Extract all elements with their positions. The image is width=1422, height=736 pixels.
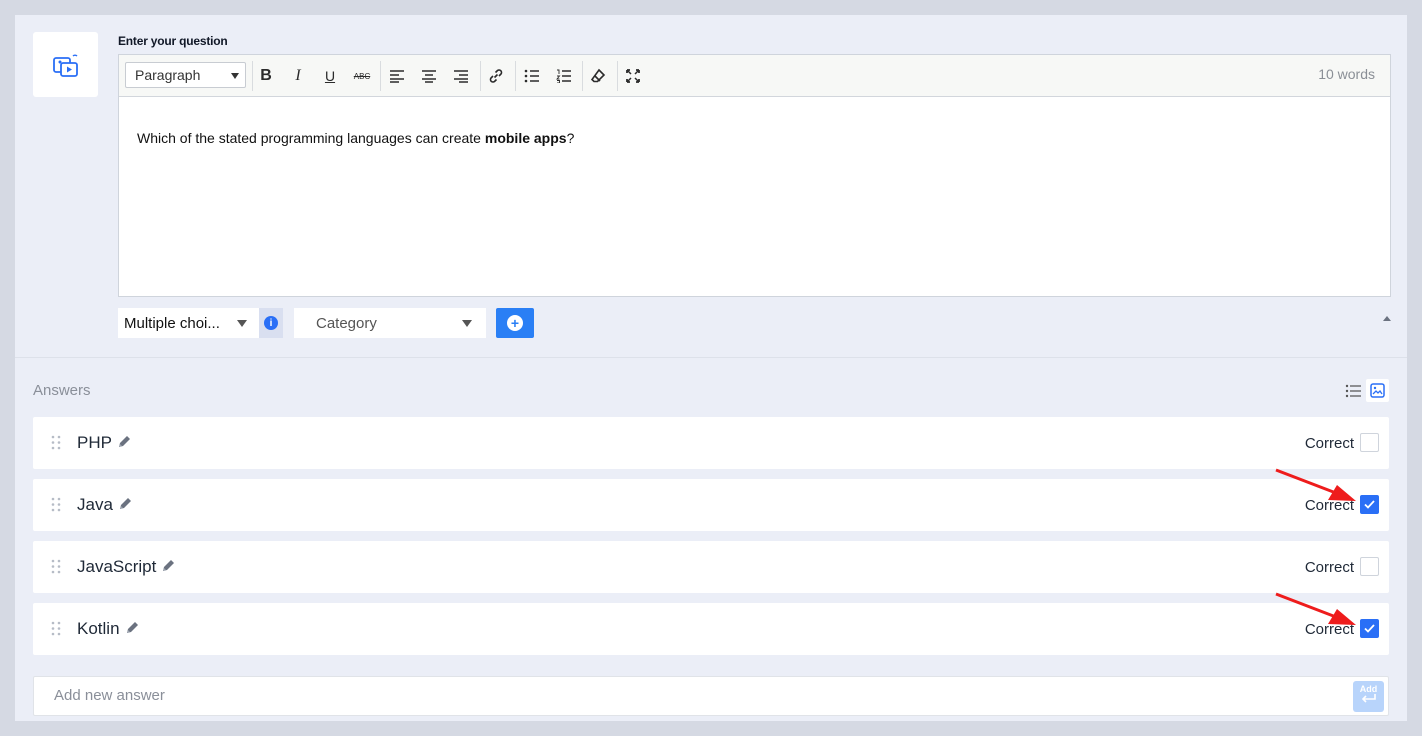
pencil-icon[interactable] [160,558,176,574]
fullscreen-icon [626,69,640,83]
new-answer-row: Add [33,676,1389,716]
info-icon: i [264,316,278,330]
add-answer-label: Add [1359,684,1378,694]
list-view-icon[interactable] [1345,384,1361,398]
eraser-icon [590,68,606,83]
toolbar-divider [515,61,516,91]
align-left-button[interactable] [384,63,410,89]
editor-toolbar: Paragraph B I U ABC 10 words [119,55,1390,97]
answer-text: Kotlin [77,619,120,638]
question-type-value: Multiple choi... [124,315,220,332]
toolbar-divider [617,61,618,91]
image-video-icon [52,53,78,77]
answer-text: PHP [77,433,112,452]
correct-checkbox[interactable] [1360,495,1379,514]
italic-button[interactable]: I [285,63,311,89]
bullet-list-button[interactable] [519,63,545,89]
checkmark-icon [1364,624,1375,633]
pencil-icon[interactable] [124,620,140,636]
answer-item: Java [77,495,133,515]
answers-heading: Answers [33,382,91,399]
chevron-down-icon [231,73,239,79]
question-text: Which of the stated programming language… [137,130,485,146]
enter-icon [1361,694,1376,703]
bullet-list-icon [524,69,539,83]
chevron-down-icon [237,320,247,327]
question-section: Enter your question Paragraph B I U ABC [15,15,1407,358]
collapse-icon[interactable] [1383,316,1391,321]
question-text-bold: mobile apps [484,130,567,146]
rich-text-editor: Paragraph B I U ABC 10 words Which of th… [118,54,1391,297]
question-label: Enter your question [118,34,228,48]
align-right-button[interactable] [448,63,474,89]
correct-checkbox[interactable] [1360,557,1379,576]
correct-checkbox[interactable] [1360,619,1379,638]
bold-button[interactable]: B [253,63,279,89]
strikethrough-button[interactable]: ABC [349,63,375,89]
correct-label: Correct [1304,559,1354,576]
question-text-area[interactable]: Which of the stated programming language… [119,97,1390,179]
image-icon [1370,383,1385,398]
answer-text: Java [77,495,113,514]
annotation-arrow-icon [1275,468,1356,501]
align-center-button[interactable] [416,63,442,89]
toolbar-divider [480,61,481,91]
add-media-button[interactable] [33,32,98,97]
toolbar-divider [380,61,381,91]
info-button[interactable]: i [259,308,283,338]
answer-item: Kotlin [77,619,140,639]
category-value: Category [316,315,377,332]
drag-handle-icon[interactable] [51,435,61,450]
drag-handle-icon[interactable] [51,497,61,512]
category-select[interactable]: Category [294,308,486,338]
align-left-icon [390,70,404,83]
image-view-button[interactable] [1366,379,1389,402]
numbered-list-icon [556,69,571,83]
question-panel: Enter your question Paragraph B I U ABC [15,15,1407,721]
question-text-end: ? [566,130,575,146]
drag-handle-icon[interactable] [51,559,61,574]
answer-item: JavaScript [77,557,176,577]
pencil-icon[interactable] [117,496,133,512]
toolbar-divider [582,61,583,91]
drag-handle-icon[interactable] [51,621,61,636]
align-right-icon [454,70,468,83]
answer-text: JavaScript [77,557,157,576]
format-select-value: Paragraph [135,67,201,83]
answer-row: Kotlin Correct [33,603,1389,655]
underline-button[interactable]: U [317,63,343,89]
add-answer-button[interactable]: Add [1353,681,1384,712]
new-answer-input[interactable] [54,687,1254,704]
format-select[interactable]: Paragraph [125,62,246,88]
correct-checkbox[interactable] [1360,433,1379,452]
fullscreen-button[interactable] [620,63,646,89]
link-button[interactable] [483,63,509,89]
numbered-list-button[interactable] [551,63,577,89]
add-category-button[interactable]: + [496,308,534,338]
answer-row: JavaScript Correct [33,541,1389,593]
answer-row: PHP Correct [33,417,1389,469]
annotation-arrow-icon [1275,592,1356,625]
correct-label: Correct [1304,435,1354,452]
answer-row: Java Correct [33,479,1389,531]
pencil-icon[interactable] [116,434,132,450]
align-center-icon [422,70,436,83]
chevron-down-icon [462,320,472,327]
plus-circle-icon: + [507,315,523,331]
link-icon [489,69,503,83]
checkmark-icon [1364,500,1375,509]
clear-format-button[interactable] [585,63,611,89]
word-count: 10 words [1318,66,1375,82]
question-type-select[interactable]: Multiple choi... [118,308,259,338]
answer-item: PHP [77,433,132,453]
